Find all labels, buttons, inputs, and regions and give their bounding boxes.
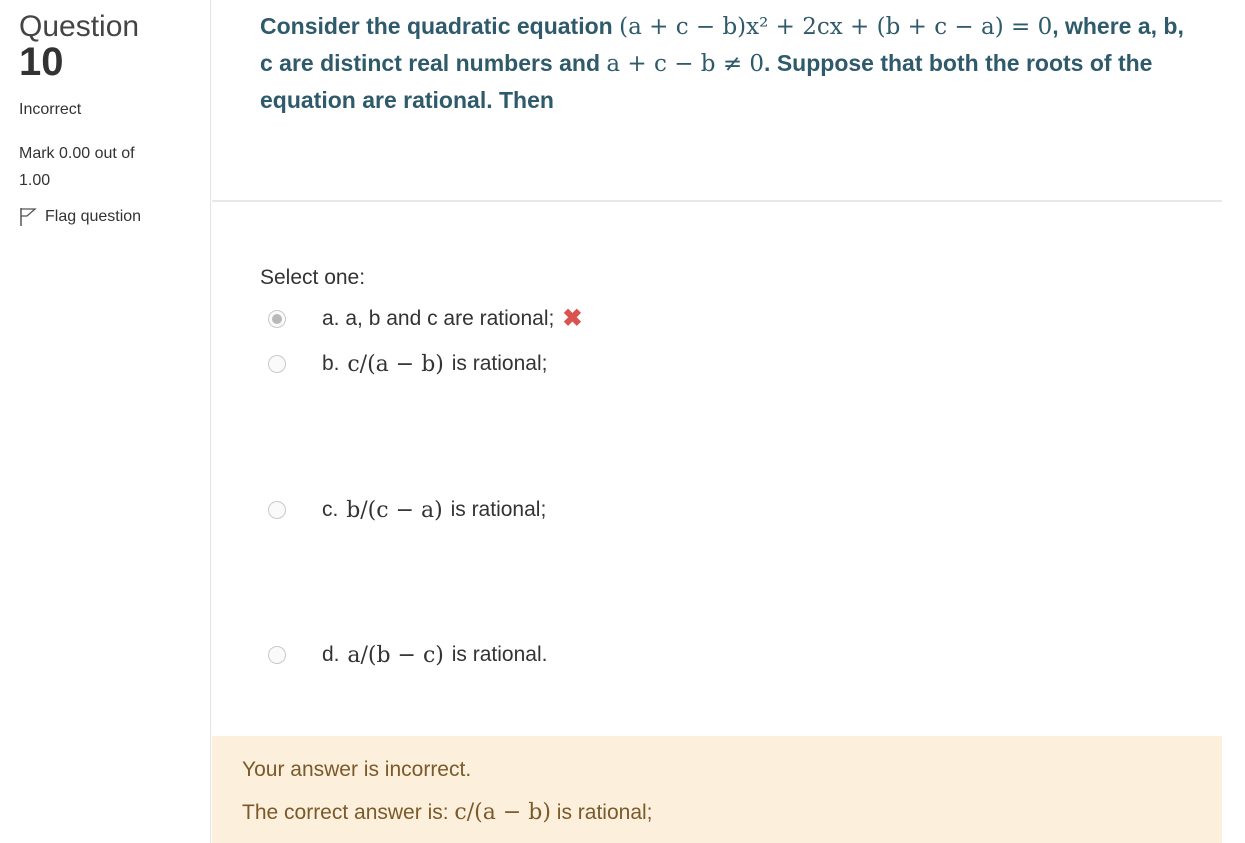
option-b-text: is rational;: [451, 352, 548, 375]
option-a-letter: a.: [322, 307, 340, 330]
option-b-math: c/(a − b): [347, 351, 444, 377]
feedback-status: Your answer is incorrect.: [242, 758, 472, 781]
feedback-panel: Your answer is incorrect. The correct an…: [212, 736, 1222, 843]
option-b-label: b. c/(a − b) is rational;: [322, 352, 547, 377]
question-info-panel: Question 10 Incorrect Mark 0.00 out of 1…: [0, 0, 211, 843]
question-grade: Mark 0.00 out of 1.00: [19, 145, 135, 189]
answer-option-d[interactable]: d. a/(b − c) is rational.: [268, 643, 547, 668]
radio-option-a[interactable]: [268, 310, 286, 328]
correct-answer-suffix: is rational;: [556, 801, 653, 824]
section-divider: [212, 200, 1222, 202]
question-number: 10: [19, 40, 64, 84]
option-c-letter: c.: [322, 498, 339, 521]
answer-option-a[interactable]: a. a, b and c are rational; ✖: [268, 307, 582, 331]
option-c-text: is rational;: [450, 498, 547, 521]
option-c-math: b/(c − a): [346, 497, 443, 523]
flag-question-button[interactable]: Flag question: [19, 207, 141, 227]
question-label: Question: [19, 10, 140, 43]
radio-option-d[interactable]: [268, 646, 286, 664]
option-d-letter: d.: [322, 643, 340, 666]
option-d-text: is rational.: [451, 643, 548, 666]
radio-option-c[interactable]: [268, 501, 286, 519]
option-a-label: a. a, b and c are rational; ✖: [322, 307, 582, 331]
option-c-label: c. b/(c − a) is rational;: [322, 498, 546, 523]
option-b-letter: b.: [322, 352, 340, 375]
answer-option-b[interactable]: b. c/(a − b) is rational;: [268, 352, 547, 377]
correct-answer-math: c/(a − b): [454, 800, 551, 825]
option-a-text: a, b and c are rational;: [345, 307, 555, 330]
correct-answer-line: The correct answer is: c/(a − b) is rati…: [242, 800, 653, 825]
question-text: Consider the quadratic equation (a + c −…: [260, 8, 1190, 118]
correct-answer-prefix: The correct answer is:: [242, 801, 449, 824]
question-lead: Consider the quadratic equation: [260, 13, 613, 39]
flag-icon: [20, 208, 37, 226]
question-state: Incorrect: [19, 101, 82, 118]
flag-question-label: Flag question: [45, 208, 142, 225]
radio-option-b[interactable]: [268, 355, 286, 373]
option-d-label: d. a/(b − c) is rational.: [322, 643, 547, 668]
nonzero-condition: a + c − b ≠ 0: [606, 51, 765, 77]
select-one-prompt: Select one:: [260, 266, 366, 289]
answer-option-c[interactable]: c. b/(c − a) is rational;: [268, 498, 546, 523]
quadratic-equation: (a + c − b)x² + 2cx + (b + c − a) = 0: [619, 14, 1053, 40]
incorrect-icon: ✖: [562, 305, 583, 332]
option-d-math: a/(b − c): [347, 642, 444, 668]
